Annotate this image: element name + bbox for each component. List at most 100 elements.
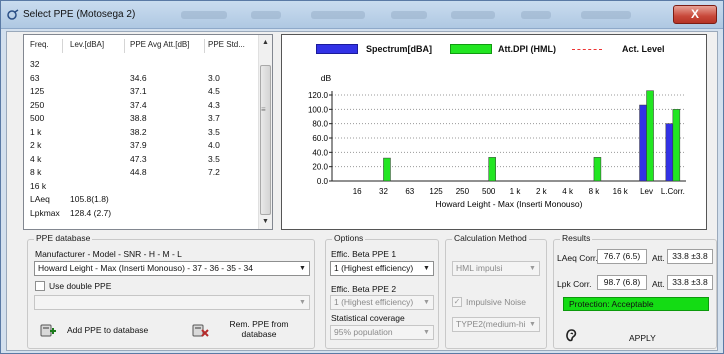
beta1-label: Effic. Beta PPE 1 xyxy=(331,249,397,259)
coverage-label: Statistical coverage xyxy=(331,313,405,323)
chart-plot: dB 0.0 20.0 40.0 60.0 80.0 100.0 120.0 16 32 63 125… xyxy=(308,73,686,209)
lpk-corr-label: Lpk Corr. xyxy=(557,279,592,289)
calculation-method-title: Calculation Method xyxy=(452,233,529,243)
title-blur-3 xyxy=(311,11,365,19)
x-tick-label: 16 k xyxy=(613,187,629,196)
x-tick-label: 16 xyxy=(353,187,362,196)
table-cell: LAeq xyxy=(30,194,50,204)
table-cell: 44.8 xyxy=(130,167,147,177)
attenuation-chart: Spectrum[dBA] Att.DPI (HML) Act. Level d… xyxy=(281,34,707,230)
table-row[interactable]: 250 37.4 4.3 xyxy=(24,100,258,112)
table-cell: 250 xyxy=(30,99,45,110)
col-header-level[interactable]: Lev.[dBA] xyxy=(70,40,104,54)
remove-ppe-label: Rem. PPE from database xyxy=(229,319,289,339)
second-ppe-select[interactable]: ▼ xyxy=(34,295,310,310)
apply-button[interactable]: APPLY xyxy=(629,333,656,343)
table-cell: 37.1 xyxy=(130,86,147,96)
lpk-att-label: Att. xyxy=(652,279,665,289)
table-cell: 3.7 xyxy=(208,113,220,123)
attenuation-bar xyxy=(672,109,681,182)
scroll-down-icon[interactable]: ▼ xyxy=(259,215,272,228)
y-tick-label: 60.0 xyxy=(312,134,328,143)
y-tick-label: 120.0 xyxy=(308,91,329,100)
col-header-ppe-avg[interactable]: PPE Avg Att.[dB] xyxy=(130,40,189,54)
table-row[interactable]: 4 k 47.3 3.5 xyxy=(24,154,258,166)
table-row[interactable]: 8 k 44.8 7.2 xyxy=(24,167,258,179)
y-axis-label: dB xyxy=(321,73,332,83)
table-row[interactable]: LAeq 105.8(1.8) xyxy=(24,194,258,206)
table-row[interactable]: 1 k 38.2 3.5 xyxy=(24,127,258,139)
title-blur-5 xyxy=(451,11,495,19)
beta2-label: Effic. Beta PPE 2 xyxy=(331,284,397,294)
table-row[interactable]: Lpkmax 128.4 (2.7) xyxy=(24,208,258,220)
scroll-thumb[interactable] xyxy=(260,65,271,215)
table-row[interactable]: 63 34.6 3.0 xyxy=(24,73,258,85)
table-cell: 63 xyxy=(30,72,40,83)
table-row[interactable]: 32 xyxy=(24,59,258,71)
col-separator xyxy=(124,39,125,53)
beta1-select[interactable]: 1 (Highest efficiency) ▼ xyxy=(330,261,434,276)
table-cell: 38.2 xyxy=(130,126,147,137)
results-title: Results xyxy=(560,233,593,243)
table-row[interactable]: 2 k 37.9 4.0 xyxy=(24,140,258,152)
title-blur-4 xyxy=(391,11,427,19)
title-blur-6 xyxy=(521,11,551,19)
x-tick-label: 32 xyxy=(379,187,388,196)
x-tick-label: 125 xyxy=(429,187,443,196)
x-tick-label: 250 xyxy=(456,187,470,196)
y-tick-label: 80.0 xyxy=(312,120,328,129)
table-cell: 4.5 xyxy=(208,86,220,96)
table-cell: 34.6 xyxy=(130,72,147,83)
ppe-database-columns: Manufacturer - Model - SNR - H - M - L xyxy=(35,249,182,259)
use-double-ppe-checkbox[interactable] xyxy=(35,281,45,291)
table-row[interactable]: 16 k xyxy=(24,181,258,193)
table-cell: 7.2 xyxy=(208,167,220,177)
y-tick-label: 100.0 xyxy=(308,105,329,114)
chevron-down-icon: ▼ xyxy=(423,329,430,336)
x-tick-label: Lev xyxy=(640,187,653,196)
col-header-freq[interactable]: Freq. xyxy=(30,40,49,54)
laeq-att-value: 33.8 ±3.8 xyxy=(667,249,713,264)
scroll-up-icon[interactable]: ▲ xyxy=(259,36,272,49)
y-tick-label: 0.0 xyxy=(317,177,329,186)
table-cell: 16 k xyxy=(30,180,47,191)
table-row[interactable]: 500 38.8 3.7 xyxy=(24,113,258,125)
table-cell: 3.5 xyxy=(208,153,220,164)
laeq-corr-value: 76.7 (6.5) xyxy=(597,249,647,264)
table-cell: 128.4 (2.7) xyxy=(70,207,112,218)
title-bar[interactable]: Select PPE (Motosega 2) X xyxy=(1,1,723,29)
x-tick-label: L.Corr. xyxy=(661,187,685,196)
remove-ppe-button[interactable]: Rem. PPE from database xyxy=(191,317,307,345)
table-cell: Lpkmax xyxy=(30,207,60,218)
x-tick-label: 1 k xyxy=(510,187,522,196)
calculation-method-group: Calculation Method xyxy=(445,233,547,349)
table-cell: 4.0 xyxy=(208,140,220,150)
table-cell: 500 xyxy=(30,113,45,123)
chevron-down-icon: ▼ xyxy=(529,265,536,272)
window-title: Select PPE (Motosega 2) xyxy=(23,9,136,20)
close-button[interactable]: X xyxy=(673,5,717,24)
method-select[interactable]: HML impulsi ▼ xyxy=(452,261,540,276)
table-row[interactable]: 125 37.1 4.5 xyxy=(24,86,258,98)
table-scrollbar[interactable]: ▲ ≡ ▼ xyxy=(258,35,272,229)
coverage-value: 95% population xyxy=(334,327,393,337)
chevron-down-icon: ▼ xyxy=(299,299,306,306)
beta2-select[interactable]: 1 (Highest efficiency) ▼ xyxy=(330,295,434,310)
attenuation-bar xyxy=(488,157,496,182)
options-title: Options xyxy=(332,233,366,243)
coverage-select[interactable]: 95% population ▼ xyxy=(330,325,434,340)
scroll-grip-icon: ≡ xyxy=(261,105,266,114)
frequency-table[interactable]: Freq. Lev.[dBA] PPE Avg Att.[dB] PPE Std… xyxy=(23,34,273,230)
method-value: HML impulsi xyxy=(456,263,503,273)
table-cell: 32 xyxy=(30,59,40,69)
title-blur-7 xyxy=(581,11,631,19)
impulse-type-select[interactable]: TYPE2(medium-hi ▼ xyxy=(452,317,540,332)
col-separator xyxy=(204,39,205,53)
attenuation-bar xyxy=(593,157,602,182)
impulsive-noise-checkbox[interactable]: ✓ xyxy=(452,297,462,307)
ppe-select[interactable]: Howard Leight - Max (Inserti Monouso) - … xyxy=(34,261,310,276)
add-ppe-button[interactable]: Add PPE to database xyxy=(39,317,169,345)
table-cell: 8 k xyxy=(30,167,42,177)
col-header-ppe-std[interactable]: PPE Std... xyxy=(208,40,245,54)
ppe-database-title: PPE database xyxy=(34,233,93,243)
